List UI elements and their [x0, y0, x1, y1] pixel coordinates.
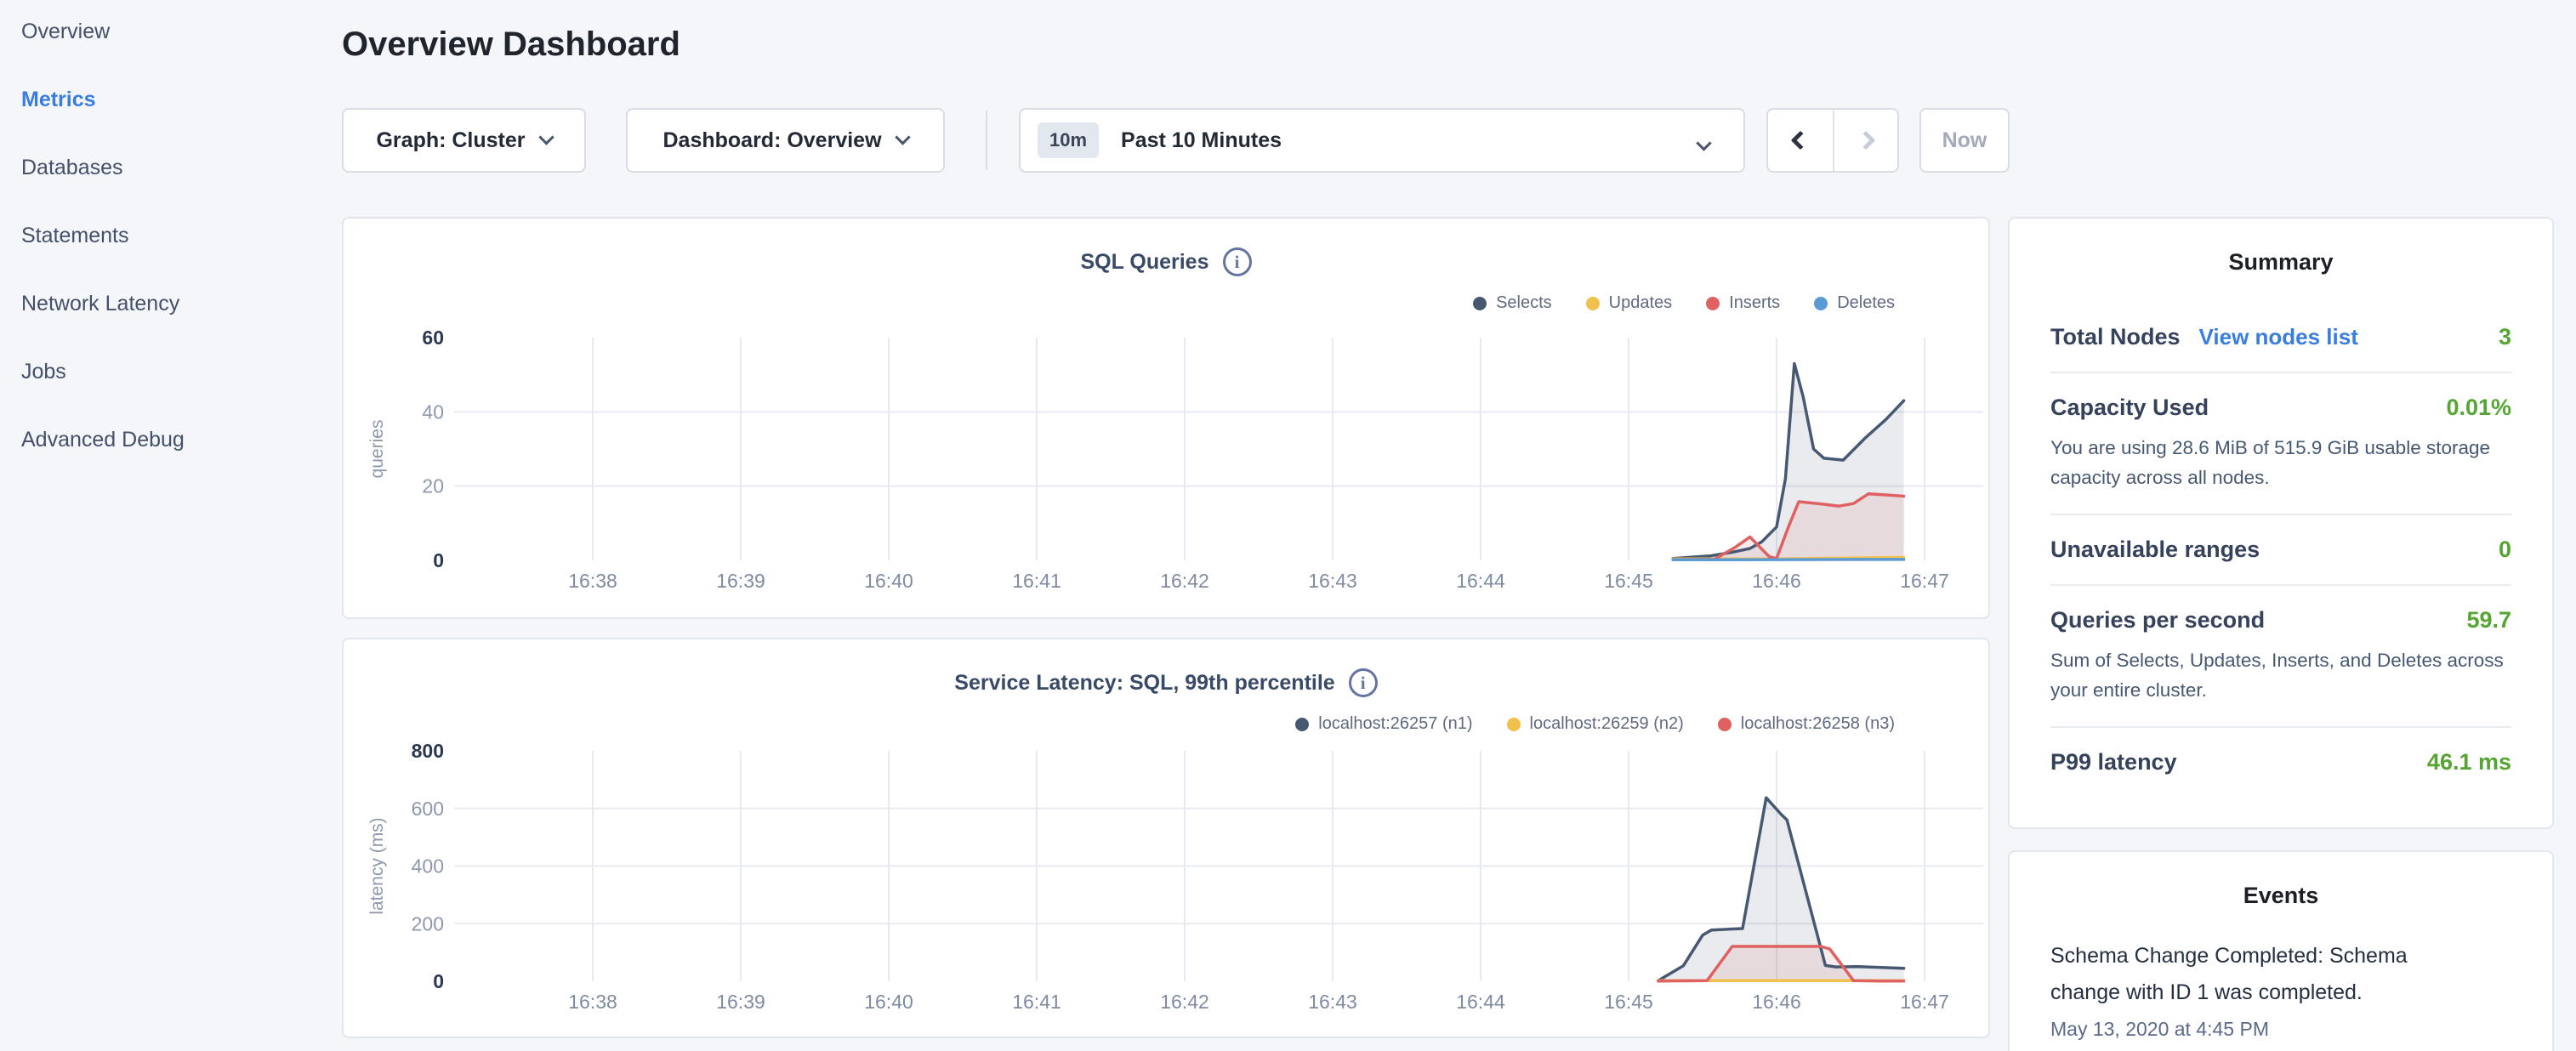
summary-row-value: 3 — [2499, 324, 2511, 350]
svg-text:60: 60 — [422, 327, 444, 349]
svg-text:16:45: 16:45 — [1604, 991, 1653, 1013]
summary-row-value: 59.7 — [2466, 607, 2511, 633]
svg-text:400: 400 — [412, 855, 444, 878]
graph-dropdown[interactable]: Graph: Cluster — [342, 108, 586, 173]
summary-row: Queries per second 59.7 Sum of Selects, Up… — [2050, 584, 2511, 726]
summary-row: P99 latency 46.1 ms — [2050, 726, 2511, 797]
sidebar-item-network-latency[interactable]: Network Latency — [21, 291, 276, 316]
sidebar-item-overview[interactable]: Overview — [21, 19, 276, 44]
svg-text:0: 0 — [433, 970, 444, 992]
controls-divider — [986, 111, 987, 170]
sidebar-item-databases[interactable]: Databases — [21, 155, 276, 180]
svg-text:16:38: 16:38 — [568, 570, 617, 592]
summary-rows: Total Nodes View nodes list 3 Capacity Used… — [2050, 303, 2511, 797]
view-nodes-link[interactable]: View nodes list — [2199, 324, 2358, 350]
service-latency-plot[interactable]: 16:38 16:39 16:40 16:41 16:42 16:43 16:44 16:45… — [344, 639, 1992, 1044]
events-title: Events — [2010, 852, 2552, 909]
summary-panel: Summary Total Nodes View nodes list 3 Capac… — [2008, 217, 2554, 829]
svg-text:16:40: 16:40 — [864, 991, 913, 1013]
chevron-left-icon — [1791, 131, 1811, 151]
sidebar-item-statements[interactable]: Statements — [21, 223, 276, 248]
svg-text:0: 0 — [433, 549, 444, 571]
svg-text:16:42: 16:42 — [1160, 991, 1209, 1013]
summary-row-label: Queries per second — [2050, 607, 2265, 633]
svg-text:16:43: 16:43 — [1308, 991, 1357, 1013]
summary-row-description: You are using 28.6 MiB of 515.9 GiB usab… — [2050, 433, 2511, 492]
svg-text:16:39: 16:39 — [716, 991, 765, 1013]
event-text: Schema Change Completed: Schema change w… — [2050, 938, 2450, 1011]
svg-text:latency (ms): latency (ms) — [367, 817, 387, 914]
summary-row-description: Sum of Selects, Updates, Inserts, and De… — [2050, 645, 2511, 705]
svg-text:16:43: 16:43 — [1308, 570, 1357, 592]
service-latency-card: Service Latency: SQL, 99th percentile lo… — [342, 638, 1990, 1038]
event-timestamp: May 13, 2020 at 4:45 PM — [2050, 1018, 2511, 1041]
summary-row: Capacity Used 0.01% You are using 28.6 MiB… — [2050, 372, 2511, 514]
chevron-down-icon — [538, 129, 554, 145]
graph-dropdown-label: Graph: Cluster — [376, 128, 525, 153]
svg-text:16:39: 16:39 — [716, 570, 765, 592]
events-list: Schema Change Completed: Schema change w… — [2010, 938, 2552, 1041]
svg-text:800: 800 — [412, 740, 444, 762]
svg-text:16:44: 16:44 — [1456, 991, 1505, 1013]
sql-queries-card: SQL Queries SelectsUpdatesInsertsDeletes… — [342, 217, 1990, 619]
svg-text:16:41: 16:41 — [1012, 570, 1061, 592]
time-forward-button[interactable] — [1833, 110, 1897, 171]
svg-text:16:45: 16:45 — [1604, 570, 1653, 592]
summary-row-value: 46.1 ms — [2427, 749, 2511, 775]
time-step-buttons — [1766, 108, 1899, 173]
svg-text:16:47: 16:47 — [1900, 570, 1949, 592]
chevron-right-icon — [1857, 131, 1876, 151]
time-back-button[interactable] — [1768, 110, 1833, 171]
chevron-down-icon — [895, 129, 910, 145]
svg-text:16:42: 16:42 — [1160, 570, 1209, 592]
svg-text:16:46: 16:46 — [1752, 991, 1801, 1013]
dashboard-dropdown-label: Dashboard: Overview — [662, 128, 881, 153]
svg-text:200: 200 — [412, 912, 444, 935]
svg-text:16:41: 16:41 — [1012, 991, 1061, 1013]
sidebar-nav: Overview Metrics Databases Statements Networ… — [0, 19, 276, 495]
dashboard-dropdown[interactable]: Dashboard: Overview — [626, 108, 945, 173]
svg-text:16:44: 16:44 — [1456, 570, 1505, 592]
sidebar-item-jobs[interactable]: Jobs — [21, 359, 276, 384]
svg-text:16:40: 16:40 — [864, 570, 913, 592]
svg-text:40: 40 — [422, 401, 444, 423]
time-range-badge: 10m — [1038, 122, 1099, 158]
svg-text:16:38: 16:38 — [568, 991, 617, 1013]
summary-row-label: Capacity Used — [2050, 395, 2209, 421]
svg-text:20: 20 — [422, 475, 444, 497]
svg-text:16:46: 16:46 — [1752, 570, 1801, 592]
summary-row: Total Nodes View nodes list 3 — [2050, 303, 2511, 372]
svg-text:queries: queries — [367, 420, 387, 479]
summary-title: Summary — [2010, 219, 2552, 276]
summary-row: Unavailable ranges 0 — [2050, 514, 2511, 584]
summary-row-label: Unavailable ranges — [2050, 537, 2260, 563]
time-range-select[interactable]: 10m Past 10 Minutes — [1019, 108, 1745, 173]
now-button-label: Now — [1942, 128, 1987, 153]
time-range-label: Past 10 Minutes — [1121, 128, 1282, 153]
chevron-down-icon — [1696, 135, 1711, 151]
summary-row-value: 0 — [2499, 537, 2511, 563]
sidebar-item-advanced-debug[interactable]: Advanced Debug — [21, 427, 276, 452]
svg-text:16:47: 16:47 — [1900, 991, 1949, 1013]
summary-row-label: P99 latency — [2050, 749, 2177, 775]
page-title: Overview Dashboard — [342, 26, 680, 64]
svg-text:600: 600 — [412, 798, 444, 820]
now-button[interactable]: Now — [1919, 108, 2010, 173]
sql-queries-plot[interactable]: 16:38 16:39 16:40 16:41 16:42 16:43 16:44 16:45… — [344, 219, 1992, 625]
summary-row-label: Total Nodes — [2050, 324, 2181, 350]
db-console-app: Overview Metrics Databases Statements Networ… — [0, 0, 2576, 1051]
events-panel: Events Schema Change Completed: Schema c… — [2008, 850, 2554, 1051]
sidebar: Overview Metrics Databases Statements Networ… — [0, 0, 323, 1051]
event-item[interactable]: Schema Change Completed: Schema change w… — [2050, 938, 2511, 1041]
summary-row-value: 0.01% — [2446, 395, 2511, 421]
sidebar-item-metrics[interactable]: Metrics — [21, 87, 276, 112]
